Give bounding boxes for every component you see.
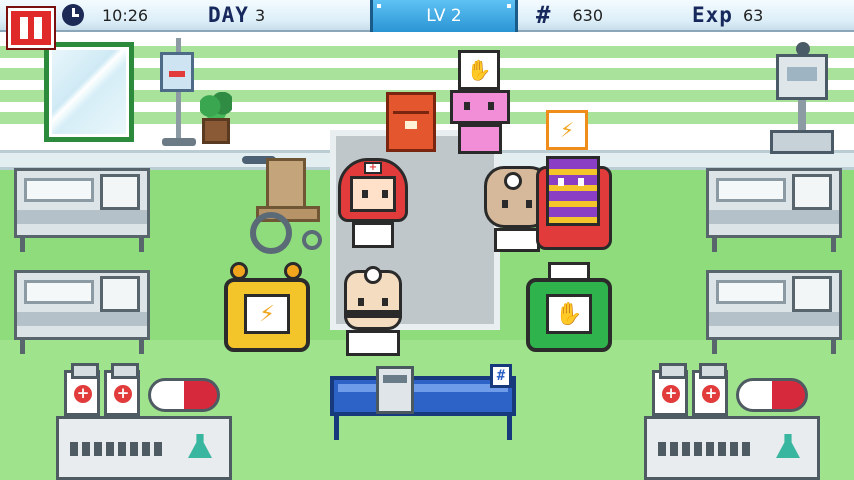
hash-icon: # [536,1,551,29]
pill-capsule-icon [148,378,220,412]
clock-icon [62,4,84,26]
level-value: LV 2 [426,6,462,26]
pill-capsule-icon [736,378,808,412]
day-display: DAY 3 [208,0,265,30]
medicine-bottle-icon [692,363,728,416]
pharmacy-shelf[interactable] [644,363,820,480]
hospital-bed[interactable] [14,262,154,362]
medicine-bottle-icon [64,363,100,416]
time-display: 10:26 [62,0,148,30]
wheelchair-icon[interactable] [236,150,336,254]
green-treatment-machine[interactable]: ✋ [526,262,612,354]
hospital-bed[interactable] [14,160,154,260]
medicine-bottle-icon [652,363,688,416]
cabinet-icon [386,92,436,152]
cash-register-icon [376,366,414,414]
register-badge: # [490,364,512,388]
yellow-treatment-machine[interactable]: ⚡ [224,262,310,354]
window [44,42,134,142]
money-display: # 630 [536,0,603,30]
pharmacy-shelf[interactable] [56,363,232,480]
money-value: 630 [572,5,603,25]
medicine-bottle-icon [104,363,140,416]
top-hud: 10:26 DAY 3 LV 2 # 630 Exp 63 [0,0,854,32]
reception-desk[interactable]: # [330,362,516,442]
level-badge: LV 2 [370,0,518,32]
need-bubble-lightning-icon: ⚡ [546,110,588,150]
weight-scale-icon [770,40,834,160]
pink-patient[interactable] [446,90,516,160]
exp-display: Exp 63 [692,0,763,30]
exp-label: Exp [692,3,733,27]
striped-patient[interactable] [536,156,612,250]
hospital-bed[interactable] [706,160,846,260]
nurse-character[interactable]: + [338,158,412,254]
doctor-character[interactable] [340,266,406,362]
hospital-bed[interactable] [706,262,846,362]
day-label: DAY [208,3,249,27]
iv-stand-icon [160,38,200,148]
exp-value: 63 [742,5,764,25]
need-bubble-hand-icon: ✋ [458,50,500,90]
time-value: 10:26 [102,5,149,25]
day-value: 3 [254,5,266,25]
hand-icon: ✋ [546,294,592,334]
lightning-icon: ⚡ [244,294,290,334]
pause-icon [20,17,28,39]
potted-plant-icon [196,92,236,150]
pause-button[interactable] [6,6,56,50]
